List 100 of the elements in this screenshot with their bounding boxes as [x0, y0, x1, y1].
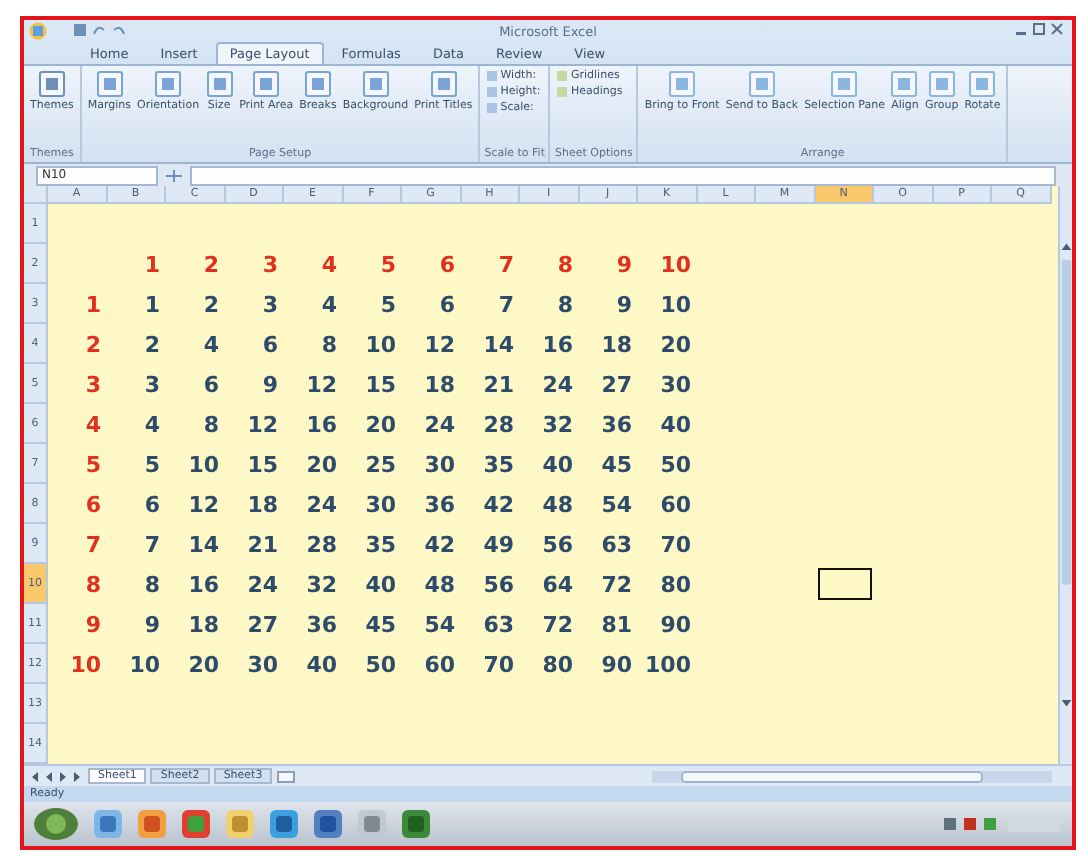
table-cell-text: 48: [422, 569, 457, 601]
table-cell-text: 90: [658, 609, 693, 641]
table-cell-text: 81: [599, 609, 634, 641]
taskbar-app-icon[interactable]: [268, 808, 300, 840]
table-cell-text: 28: [481, 409, 516, 441]
table-cell-text: 45: [363, 609, 398, 641]
ribbon-command-icon: [37, 70, 66, 98]
vertical-scrollbar[interactable]: [1057, 186, 1072, 764]
table-cell-text: 45: [599, 449, 634, 481]
table-cell-text: 12: [245, 409, 280, 441]
table-cell-text: 50: [363, 649, 398, 681]
table-cell-text: 72: [540, 609, 575, 641]
table-cell-text: 5: [83, 449, 103, 481]
taskbar-app-icon[interactable]: [92, 808, 124, 840]
table-cell-text: 36: [422, 489, 457, 521]
table-cell-text: 42: [481, 489, 516, 521]
ribbon-command-icon: [95, 70, 124, 98]
table-cell-text: 54: [422, 609, 457, 641]
table-cell-text: 7: [142, 529, 162, 561]
table-cell-text: 28: [304, 529, 339, 561]
ribbon-command-icon: [154, 70, 183, 98]
table-cell-text: 30: [363, 489, 398, 521]
table-cell-text: 4: [319, 249, 339, 281]
table-cell-text: 70: [658, 529, 693, 561]
table-cell-text: 10: [658, 289, 693, 321]
table-cell-text: 24: [422, 409, 457, 441]
taskbar-app-icon[interactable]: [136, 808, 168, 840]
ribbon-command-icon: [668, 70, 697, 98]
table-cell-text: 40: [540, 449, 575, 481]
table-cell-text: 16: [304, 409, 339, 441]
table-cell-text: 24: [540, 369, 575, 401]
table-cell-text: 7: [496, 249, 516, 281]
table-cell-text: 12: [422, 329, 457, 361]
table-cell-text: 49: [481, 529, 516, 561]
table-cell-text: 30: [245, 649, 280, 681]
taskbar-app-icon[interactable]: [312, 808, 344, 840]
table-cell-text: 6: [201, 369, 221, 401]
table-cell-text: 12: [304, 369, 339, 401]
table-cell-text: 18: [422, 369, 457, 401]
table-cell-text: 12: [186, 489, 221, 521]
table-cell-text: 8: [555, 249, 575, 281]
table-cell-text: 6: [142, 489, 162, 521]
table-cell-text: 27: [245, 609, 280, 641]
table-cell-text: 5: [142, 449, 162, 481]
table-cell-text: 35: [481, 449, 516, 481]
table-cell-text: 70: [481, 649, 516, 681]
ribbon-command-icon: [252, 70, 281, 98]
table-cell-text: 7: [83, 529, 103, 561]
table-cell-text: 18: [599, 329, 634, 361]
table-cell-text: 50: [658, 449, 693, 481]
ribbon-command-icon: [361, 70, 390, 98]
taskbar-app-icon[interactable]: [356, 808, 388, 840]
table-cell-text: 40: [363, 569, 398, 601]
taskbar-app-icon[interactable]: [400, 808, 432, 840]
table-cell-text: 32: [540, 409, 575, 441]
insert-function-icon[interactable]: [164, 167, 184, 183]
table-cell-text: 18: [245, 489, 280, 521]
formula-bar[interactable]: [190, 165, 1056, 185]
table-cell-text: 4: [319, 289, 339, 321]
table-cell-text: 1: [83, 289, 103, 321]
table-cell-text: 42: [422, 529, 457, 561]
table-cell-text: 6: [260, 329, 280, 361]
table-cell-text: 10: [186, 449, 221, 481]
table-cell-text: 40: [304, 649, 339, 681]
table-cell-text: 48: [540, 489, 575, 521]
table-cell-text: 3: [83, 369, 103, 401]
taskbar-app-icon[interactable]: [180, 808, 212, 840]
ribbon-command-icon: [205, 70, 234, 98]
table-cell-text: 10: [68, 649, 103, 681]
table-cell-text: 5: [378, 249, 398, 281]
table-cell-text: 8: [142, 569, 162, 601]
table-cell-text: 6: [83, 489, 103, 521]
table-cell-text: 63: [599, 529, 634, 561]
table-cell-text: 25: [363, 449, 398, 481]
table-cell-text: 21: [481, 369, 516, 401]
table-cell-text: 14: [481, 329, 516, 361]
ribbon-command-icon: [303, 70, 332, 98]
table-cell-text: 80: [540, 649, 575, 681]
table-cell-text: 56: [540, 529, 575, 561]
table-cell-text: 6: [437, 249, 457, 281]
table-cell-text: 27: [599, 369, 634, 401]
table-cell-text: 20: [186, 649, 221, 681]
office-button-icon[interactable]: [28, 22, 48, 40]
table-cell-text: 20: [363, 409, 398, 441]
window-controls-icon[interactable]: [1014, 22, 1066, 38]
table-cell-text: 4: [142, 409, 162, 441]
horizontal-scrollbar[interactable]: [652, 769, 1052, 783]
table-cell-text: 24: [245, 569, 280, 601]
system-tray-icon[interactable]: [944, 812, 1064, 836]
insert-sheet-icon[interactable]: [276, 769, 297, 783]
ribbon-command-icon: [830, 70, 859, 98]
table-cell-text: 35: [363, 529, 398, 561]
table-cell-text: 8: [83, 569, 103, 601]
table-cell-text: 7: [496, 289, 516, 321]
start-button-icon[interactable]: [32, 806, 80, 842]
table-cell-text: 63: [481, 609, 516, 641]
table-cell-text: 3: [142, 369, 162, 401]
table-cell-text: 20: [304, 449, 339, 481]
sheet-navigation-icon[interactable]: [28, 769, 84, 783]
table-cell-text: 2: [201, 289, 221, 321]
